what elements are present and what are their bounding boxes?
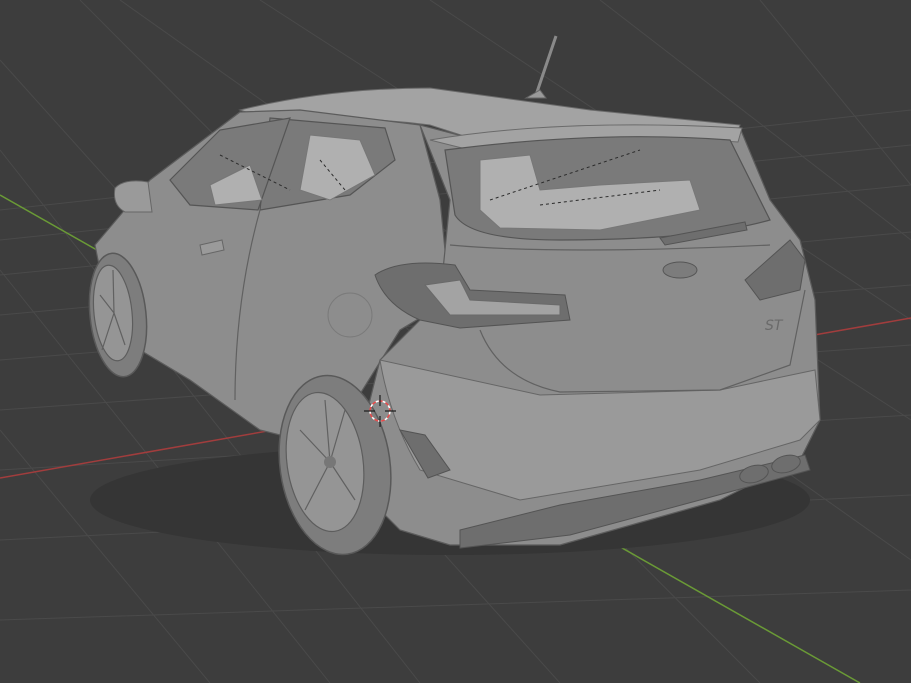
- side-mirror: [114, 180, 153, 213]
- 3d-viewport[interactable]: ST: [0, 0, 911, 683]
- viewport-canvas[interactable]: ST: [0, 0, 911, 683]
- antenna: [534, 35, 558, 96]
- brand-badge: [662, 261, 698, 279]
- model-badge: ST: [765, 318, 784, 334]
